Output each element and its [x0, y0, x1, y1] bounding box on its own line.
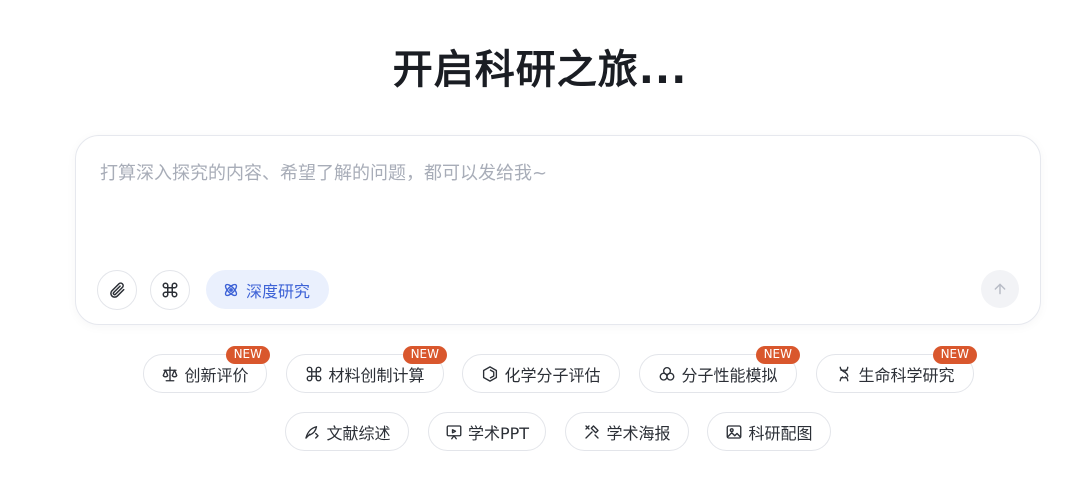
chip-molecular-simulation[interactable]: 分子性能模拟 NEW	[639, 346, 800, 393]
chip-label: 创新评价	[184, 365, 249, 385]
new-badge: NEW	[402, 346, 447, 364]
deep-research-label: 深度研究	[246, 281, 311, 301]
pen-icon	[305, 425, 320, 439]
chip-label: 生命科学研究	[858, 365, 955, 385]
chip-label: 化学分子评估	[504, 365, 601, 385]
prompt-input[interactable]	[100, 158, 1000, 188]
chip-research-figures[interactable]: 科研配图	[707, 412, 831, 451]
chip-chemical-molecule-evaluation[interactable]: 化学分子评估	[462, 354, 620, 393]
arrow-up-icon	[994, 283, 1006, 295]
chip-label: 学术海报	[606, 423, 671, 443]
composer: 深度研究	[75, 135, 1041, 325]
paperclip-icon	[110, 282, 125, 298]
chip-label: 文献综述	[326, 423, 391, 443]
chip-label: 学术PPT	[467, 423, 530, 443]
dna-icon	[840, 366, 849, 381]
new-badge: NEW	[932, 346, 977, 364]
scale-icon	[163, 366, 178, 381]
new-badge: NEW	[225, 346, 270, 364]
chip-innovation-evaluation[interactable]: 创新评价 NEW	[143, 346, 270, 393]
new-badge: NEW	[755, 346, 800, 364]
circles-icon	[660, 366, 675, 381]
page-title: 开启科研之旅...	[392, 47, 688, 93]
image-icon	[727, 424, 742, 439]
deep-research-toggle[interactable]: 深度研究	[206, 270, 329, 309]
chip-life-science-research[interactable]: 生命科学研究 NEW	[816, 346, 977, 393]
chip-academic-ppt[interactable]: 学术PPT	[428, 412, 546, 451]
attach-button[interactable]	[97, 270, 137, 310]
atom-icon	[224, 283, 238, 296]
chip-academic-poster[interactable]: 学术海报	[565, 412, 689, 451]
command-button[interactable]	[150, 270, 190, 310]
hexagon-icon	[483, 365, 498, 382]
chip-literature-review[interactable]: 文献综述	[285, 412, 409, 451]
send-button[interactable]	[981, 270, 1019, 308]
presentation-icon	[446, 424, 462, 439]
command-icon	[307, 366, 322, 381]
command-icon	[162, 282, 178, 298]
tools-icon	[585, 424, 600, 439]
chip-label: 科研配图	[748, 423, 813, 443]
chip-material-computation[interactable]: 材料创制计算 NEW	[286, 346, 447, 393]
page: 开启科研之旅... 深度研究	[0, 0, 1080, 493]
chip-label: 分子性能模拟	[681, 365, 778, 385]
chip-label: 材料创制计算	[328, 365, 425, 385]
